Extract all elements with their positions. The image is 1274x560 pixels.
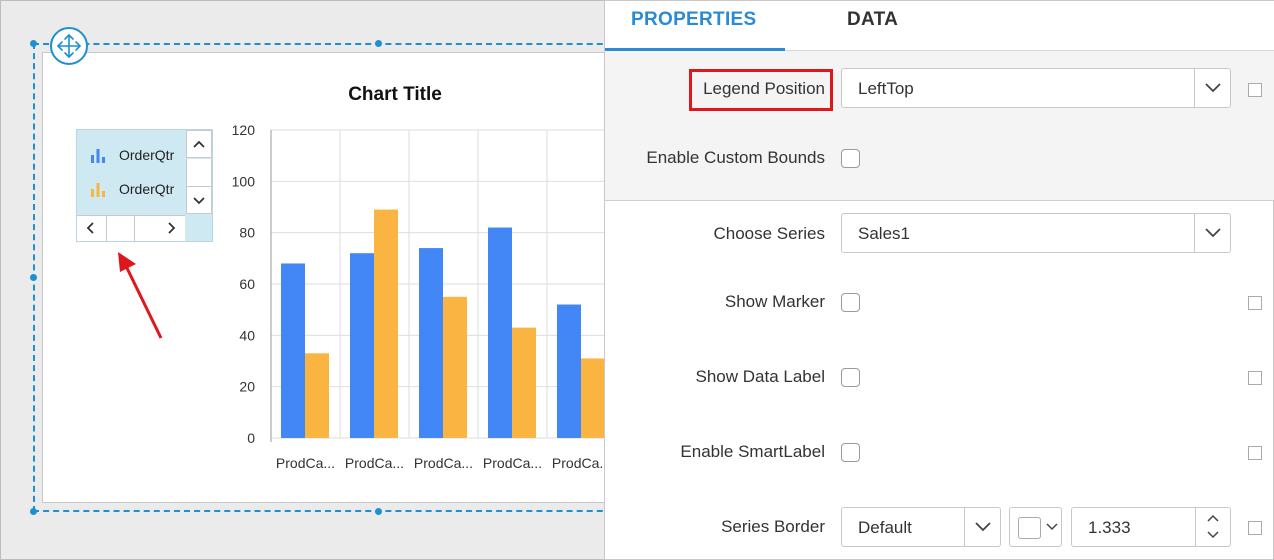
chart-legend: OrderQtr OrderQtr	[76, 129, 213, 242]
chart-bar	[557, 304, 581, 438]
chart-bar	[419, 248, 443, 438]
chevron-left-icon	[86, 222, 94, 234]
spin-up-icon[interactable]	[1206, 512, 1220, 524]
y-tick-label: 40	[239, 327, 255, 343]
chevron-down-icon	[1205, 83, 1221, 93]
legend-item-label: OrderQtr	[119, 147, 175, 163]
series-border-side-checkbox[interactable]	[1248, 521, 1262, 535]
tab-properties[interactable]: PROPERTIES	[631, 9, 756, 31]
show-marker-label: Show Marker	[724, 292, 825, 311]
chart-bar	[281, 263, 305, 438]
legend-item[interactable]: OrderQtr	[89, 144, 174, 166]
choose-series-label: Choose Series	[713, 224, 825, 243]
legend-horizontal-scroll-track[interactable]	[107, 216, 135, 242]
chart-bar	[512, 327, 536, 438]
bar-chart: 0 20 40 60 80 100 120 ProdCa... ProdCa... ProdCa.…	[232, 122, 604, 471]
series-border-width-input[interactable]: 1.333	[1071, 507, 1231, 547]
resize-handle-bottom[interactable]	[375, 508, 382, 515]
enable-custom-bounds-label: Enable Custom Bounds	[646, 148, 825, 167]
annotation-highlight-box	[689, 69, 833, 111]
legend-scroll-left-button[interactable]	[77, 216, 107, 242]
legend-vertical-scroll-track[interactable]	[186, 159, 212, 186]
choose-series-value: Sales1	[858, 224, 910, 243]
color-swatch	[1018, 517, 1041, 539]
chart-bar	[350, 253, 374, 438]
legend-position-side-checkbox[interactable]	[1248, 83, 1262, 97]
series-border-style-value: Default	[858, 518, 912, 537]
y-tick-label: 80	[239, 225, 255, 241]
numeric-spinner[interactable]	[1195, 508, 1230, 546]
design-canvas: Chart Title OrderQtr OrderQtr 0 20 40 60…	[0, 0, 633, 560]
x-tick-label: ProdCa...	[483, 455, 542, 471]
enable-smart-label-label: Enable SmartLabel	[680, 442, 825, 461]
chart-bar	[374, 209, 398, 438]
bar-series-icon	[91, 183, 105, 197]
chart-bar	[305, 353, 329, 438]
y-tick-label: 20	[239, 379, 255, 395]
annotation-arrow	[118, 252, 163, 339]
legend-item[interactable]: OrderQtr	[89, 178, 174, 200]
chevron-down-icon	[193, 197, 205, 205]
show-data-label-label: Show Data Label	[695, 367, 825, 386]
y-tick-label: 0	[247, 430, 255, 446]
legend-item-label: OrderQtr	[119, 181, 175, 197]
show-marker-checkbox[interactable]	[841, 293, 860, 312]
series-border-style-dropdown[interactable]: Default	[841, 507, 1001, 547]
chevron-right-icon	[168, 222, 176, 234]
dropdown-toggle-button[interactable]	[1194, 214, 1230, 252]
enable-custom-bounds-checkbox[interactable]	[841, 149, 860, 168]
chevron-down-icon	[975, 522, 991, 532]
y-tick-label: 60	[239, 276, 255, 292]
legend-position-dropdown[interactable]: LeftTop	[841, 68, 1231, 108]
dropdown-toggle-button[interactable]	[1194, 69, 1230, 107]
resize-handle-left[interactable]	[30, 274, 37, 281]
chevron-down-icon	[1046, 523, 1058, 531]
chart-bar	[488, 227, 512, 438]
chart-bar	[443, 296, 467, 438]
chart-bar	[581, 358, 604, 438]
bar-series-icon	[91, 149, 105, 163]
y-tick-label: 120	[232, 122, 256, 138]
panel-tabs: PROPERTIES DATA	[605, 1, 1274, 51]
legend-scroll-up-button[interactable]	[186, 130, 212, 158]
legend-horizontal-scrollbar[interactable]	[77, 215, 185, 242]
x-tick-label: ProdCa...	[552, 455, 604, 471]
move-handle[interactable]	[50, 27, 88, 65]
show-data-label-side-checkbox[interactable]	[1248, 371, 1262, 385]
move-icon	[57, 34, 81, 58]
show-marker-side-checkbox[interactable]	[1248, 296, 1262, 310]
enable-smart-label-side-checkbox[interactable]	[1248, 446, 1262, 460]
x-tick-label: ProdCa...	[276, 455, 335, 471]
resize-handle-top[interactable]	[375, 40, 382, 47]
x-tick-label: ProdCa...	[345, 455, 404, 471]
resize-handle-bottom-left[interactable]	[30, 508, 37, 515]
choose-series-dropdown[interactable]: Sales1	[841, 213, 1231, 253]
legend-scroll-down-button[interactable]	[186, 186, 212, 214]
dropdown-toggle-button[interactable]	[964, 508, 1000, 546]
tab-data[interactable]: DATA	[847, 9, 898, 31]
show-data-label-checkbox[interactable]	[841, 368, 860, 387]
resize-handle-top-left[interactable]	[30, 40, 37, 47]
chevron-up-icon	[193, 140, 205, 148]
chevron-down-icon	[1205, 228, 1221, 238]
chart-title: Chart Title	[348, 84, 442, 105]
legend-position-value: LeftTop	[858, 79, 914, 98]
series-border-color-picker[interactable]	[1009, 507, 1062, 547]
x-tick-label: ProdCa...	[414, 455, 473, 471]
legend-scroll-right-button[interactable]	[135, 216, 185, 242]
y-tick-label: 100	[232, 173, 256, 189]
series-border-width-value: 1.333	[1088, 518, 1131, 537]
series-border-label: Series Border	[721, 517, 825, 536]
properties-panel: PROPERTIES DATA Legend Position LeftTop …	[604, 0, 1274, 560]
enable-smart-label-checkbox[interactable]	[841, 443, 860, 462]
spin-down-icon[interactable]	[1206, 529, 1220, 541]
